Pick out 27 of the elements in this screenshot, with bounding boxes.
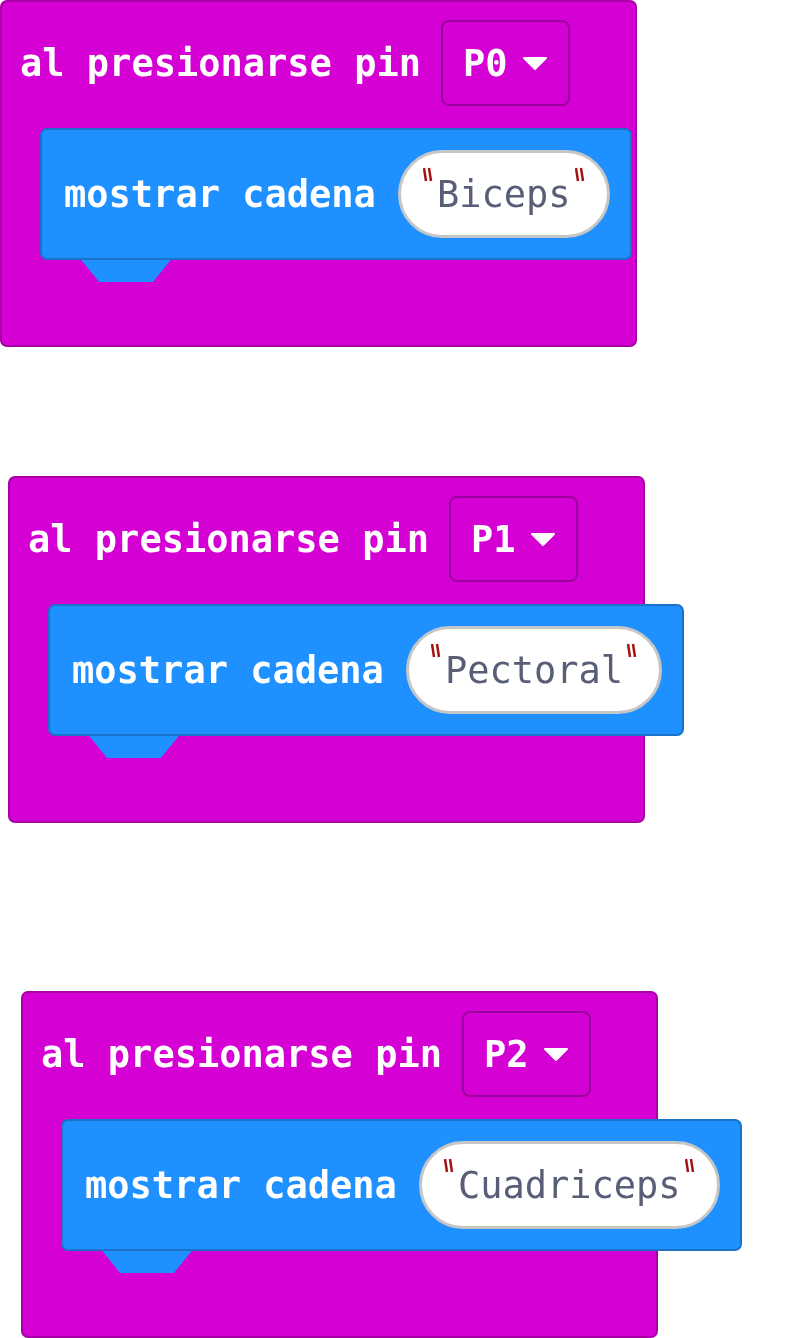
- quote-icon: [422, 167, 433, 183]
- pin-dropdown[interactable]: P0: [440, 20, 570, 106]
- quote-icon: [443, 1158, 454, 1174]
- caret-icon: [542, 1046, 569, 1062]
- quote-icon: [684, 1158, 695, 1174]
- pin-dropdown[interactable]: P1: [448, 496, 578, 582]
- string-field[interactable]: Biceps: [397, 150, 610, 238]
- block-label: mostrar cadena: [64, 172, 376, 216]
- statement-block[interactable]: mostrar cadena Pectoral: [48, 604, 685, 736]
- caret-icon: [521, 55, 548, 71]
- string-field[interactable]: Cuadriceps: [418, 1141, 720, 1229]
- block-label: al presionarse pin: [41, 1032, 442, 1076]
- quote-icon: [574, 167, 585, 183]
- block-label: al presionarse pin: [28, 517, 429, 561]
- string-value: Biceps: [436, 172, 571, 216]
- block-label: al presionarse pin: [20, 41, 421, 85]
- statement-block[interactable]: mostrar cadena Cuadriceps: [61, 1119, 742, 1251]
- quote-icon: [430, 643, 441, 659]
- statement-block[interactable]: mostrar cadena Biceps: [40, 128, 632, 260]
- pin-dropdown[interactable]: P2: [461, 1011, 591, 1097]
- string-value: Cuadriceps: [457, 1163, 681, 1207]
- block-label: mostrar cadena: [72, 648, 384, 692]
- string-field[interactable]: Pectoral: [405, 626, 663, 714]
- caret-icon: [529, 531, 556, 547]
- block-label: mostrar cadena: [85, 1163, 397, 1207]
- string-value: Pectoral: [444, 648, 624, 692]
- quote-icon: [627, 643, 638, 659]
